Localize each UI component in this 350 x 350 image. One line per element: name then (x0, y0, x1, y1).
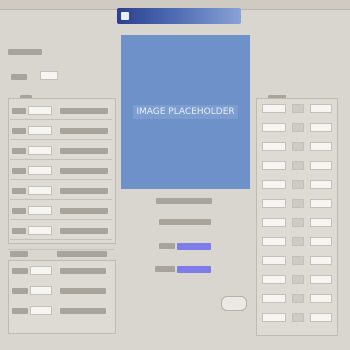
info-line-4-label (155, 266, 175, 272)
info-line-3-label (159, 243, 175, 249)
section-label (8, 49, 42, 55)
row-description (60, 188, 108, 194)
right-row-input[interactable] (262, 256, 286, 265)
row-divider (10, 199, 112, 200)
row-input[interactable] (28, 226, 52, 235)
row-label (12, 108, 26, 114)
row-input[interactable] (28, 126, 52, 135)
right-row-flag (292, 199, 304, 208)
row-label (12, 128, 26, 134)
window-titlebar[interactable] (117, 8, 241, 24)
row-divider (10, 219, 112, 220)
right-row-flag (292, 218, 304, 227)
right-row-input[interactable] (262, 237, 286, 246)
small-field[interactable] (40, 71, 58, 80)
row-input[interactable] (28, 186, 52, 195)
row-description (60, 148, 108, 154)
row-label (12, 268, 28, 274)
right-row-value[interactable] (310, 218, 332, 227)
right-row-flag (292, 313, 304, 322)
row-input[interactable] (28, 166, 52, 175)
app-icon (121, 12, 129, 20)
row-description (60, 268, 106, 274)
row-divider (10, 159, 112, 160)
right-row-value[interactable] (310, 123, 332, 132)
right-row-value[interactable] (310, 237, 332, 246)
right-row-input[interactable] (262, 123, 286, 132)
row-label (12, 148, 26, 154)
field-label (11, 74, 27, 80)
row-label (12, 308, 28, 314)
row-description (60, 128, 108, 134)
right-row-input[interactable] (262, 218, 286, 227)
right-row-flag (292, 256, 304, 265)
row-description (60, 168, 108, 174)
row-input[interactable] (28, 106, 52, 115)
row-description (60, 288, 106, 294)
row-divider (10, 139, 112, 140)
right-row-value[interactable] (310, 199, 332, 208)
row-input[interactable] (28, 206, 52, 215)
row-description (60, 308, 106, 314)
right-row-input[interactable] (262, 313, 286, 322)
subsection-header (57, 251, 107, 257)
right-row-input[interactable] (262, 180, 286, 189)
row-divider (10, 119, 112, 120)
info-link-1[interactable] (177, 243, 211, 250)
row-label (12, 168, 26, 174)
subsection-label (10, 251, 28, 257)
row-label (12, 188, 26, 194)
row-description (60, 108, 108, 114)
row-description (60, 208, 108, 214)
right-row-flag (292, 142, 304, 151)
right-row-value[interactable] (310, 275, 332, 284)
right-row-value[interactable] (310, 161, 332, 170)
right-row-flag (292, 104, 304, 113)
row-divider (10, 179, 112, 180)
image-placeholder: IMAGE PLACEHOLDER (121, 35, 250, 189)
row-input[interactable] (28, 146, 52, 155)
right-row-flag (292, 180, 304, 189)
row-divider (10, 239, 112, 240)
info-line-2 (159, 219, 211, 225)
right-row-value[interactable] (310, 180, 332, 189)
row-description (60, 228, 108, 234)
right-row-input[interactable] (262, 104, 286, 113)
right-row-value[interactable] (310, 313, 332, 322)
right-row-input[interactable] (262, 161, 286, 170)
action-button[interactable] (221, 296, 247, 311)
right-row-flag (292, 275, 304, 284)
info-line-1 (156, 198, 212, 204)
row-input[interactable] (30, 286, 52, 295)
right-row-flag (292, 161, 304, 170)
right-row-input[interactable] (262, 294, 286, 303)
row-label (12, 288, 28, 294)
right-row-input[interactable] (262, 275, 286, 284)
right-row-flag (292, 237, 304, 246)
section-divider (8, 249, 114, 250)
row-input[interactable] (30, 266, 52, 275)
right-row-value[interactable] (310, 294, 332, 303)
right-row-flag (292, 294, 304, 303)
info-link-2[interactable] (177, 266, 211, 273)
row-input[interactable] (30, 306, 52, 315)
right-row-value[interactable] (310, 256, 332, 265)
row-label (12, 228, 26, 234)
right-row-input[interactable] (262, 199, 286, 208)
right-row-input[interactable] (262, 142, 286, 151)
image-placeholder-label: IMAGE PLACEHOLDER (133, 105, 238, 119)
right-row-flag (292, 123, 304, 132)
right-row-value[interactable] (310, 104, 332, 113)
row-label (12, 208, 26, 214)
right-row-value[interactable] (310, 142, 332, 151)
